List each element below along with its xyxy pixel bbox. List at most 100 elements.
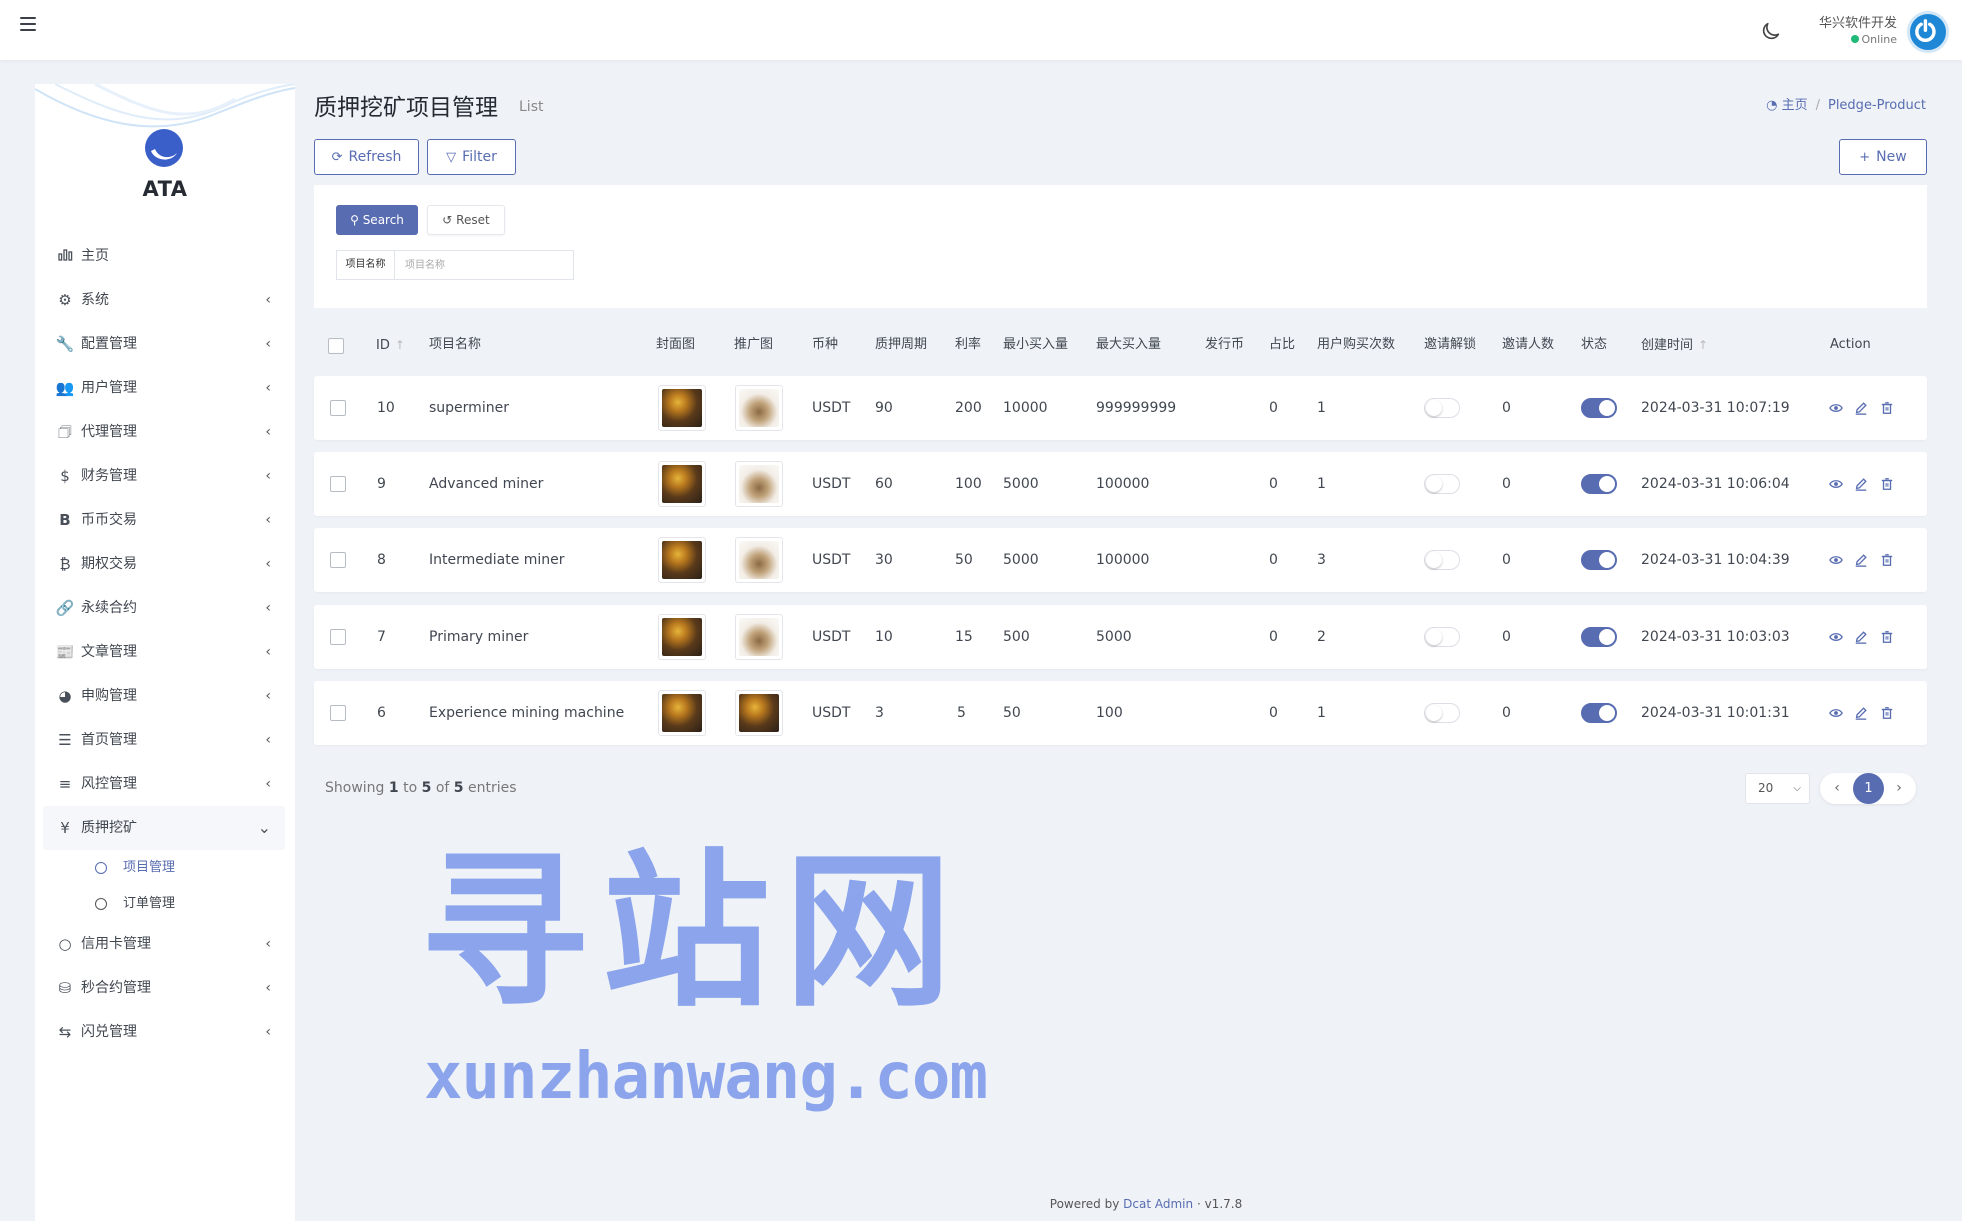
row-checkbox[interactable] — [330, 629, 346, 645]
row-checkbox[interactable] — [330, 705, 346, 721]
cell-rate: 15 — [955, 629, 973, 645]
view-icon[interactable] — [1829, 706, 1843, 720]
cell-coin: USDT — [812, 476, 851, 492]
project-name-input[interactable] — [394, 250, 574, 280]
column-header-0[interactable]: ID ↑ — [376, 322, 405, 372]
page-footer: Powered by Dcat Admin · v1.7.8 — [1049, 1197, 1243, 1211]
sidebar-item-13[interactable]: ¥ 质押挖矿 ⌄ — [43, 806, 285, 850]
sidebar-item-4[interactable]: 🗇 代理管理 ‹ — [35, 410, 295, 454]
cover-image[interactable] — [658, 461, 706, 507]
user-name[interactable]: 华兴软件开发 — [1819, 12, 1897, 31]
search-button[interactable]: ⚲ Search — [336, 205, 418, 235]
view-icon[interactable] — [1829, 401, 1843, 415]
edit-icon[interactable] — [1854, 553, 1868, 567]
sidebar-item-2[interactable]: 🔧 配置管理 ‹ — [35, 322, 295, 366]
sidebar-item-label: 文章管理 — [81, 644, 137, 660]
column-header-label: 发行币 — [1205, 337, 1245, 352]
row-checkbox[interactable] — [330, 400, 346, 416]
wrench-icon: 🔧 — [55, 335, 75, 353]
edit-icon[interactable] — [1854, 477, 1868, 491]
invite-unlock-toggle[interactable] — [1424, 627, 1460, 647]
promo-image[interactable] — [735, 614, 783, 660]
status-toggle[interactable] — [1581, 703, 1617, 723]
search-label: Search — [362, 213, 404, 227]
dcat-admin-link[interactable]: Dcat Admin — [1123, 1197, 1193, 1211]
table-header: ID ↑ 项目名称 封面图 推广图 币种 质押周期 利率 最小买入量 最大买入量 发行币 占比 用户购买… — [314, 322, 1927, 372]
filter-button[interactable]: ▽ Filter — [427, 139, 516, 175]
promo-image[interactable] — [735, 537, 783, 583]
sidebar-item-15[interactable]: ⛁ 秒合约管理 ‹ — [35, 966, 295, 1010]
invite-unlock-toggle[interactable] — [1424, 398, 1460, 418]
cell-name: superminer — [429, 400, 509, 416]
trash-icon[interactable] — [1880, 401, 1894, 415]
sidebar-item-9[interactable]: 📰 文章管理 ‹ — [35, 630, 295, 674]
promo-image[interactable] — [735, 690, 783, 736]
logo-text: ATA — [142, 177, 188, 201]
trash-icon[interactable] — [1880, 477, 1894, 491]
column-header-label: 状态 — [1581, 337, 1608, 352]
sidebar-item-16[interactable]: ⇆ 闪兑管理 ‹ — [35, 1010, 295, 1054]
sidebar-item-6[interactable]: B 币币交易 ‹ — [35, 498, 295, 542]
invite-unlock-toggle[interactable] — [1424, 703, 1460, 723]
breadcrumb-home[interactable]: 主页 — [1782, 98, 1808, 113]
prev-page-icon[interactable]: ‹ — [1828, 773, 1846, 804]
status-toggle[interactable] — [1581, 627, 1617, 647]
view-icon[interactable] — [1829, 553, 1843, 567]
cell-invites: 0 — [1502, 400, 1511, 416]
status-toggle[interactable] — [1581, 550, 1617, 570]
sort-up-icon[interactable]: ↑ — [1698, 338, 1708, 352]
trash-icon[interactable] — [1880, 553, 1894, 567]
column-header-label: 创建时间 — [1641, 338, 1694, 353]
sort-up-icon[interactable]: ↑ — [395, 338, 405, 352]
trash-icon[interactable] — [1880, 706, 1894, 720]
cover-image[interactable] — [658, 614, 706, 660]
cell-buys: 2 — [1317, 629, 1326, 645]
indent-icon: ≡ — [58, 775, 72, 793]
status-toggle[interactable] — [1581, 474, 1617, 494]
sidebar-item-3[interactable]: 👥 用户管理 ‹ — [35, 366, 295, 410]
next-page-icon[interactable]: › — [1890, 773, 1908, 804]
dark-mode-icon[interactable] — [1760, 20, 1782, 42]
sidebar-item-14[interactable]: ○ 信用卡管理 ‹ — [35, 922, 295, 966]
sidebar-item-7[interactable]: ₿ 期权交易 ‹ — [35, 542, 295, 586]
avatar[interactable] — [1907, 11, 1949, 53]
invite-unlock-toggle[interactable] — [1424, 550, 1460, 570]
column-header-label: Action — [1830, 337, 1871, 352]
edit-icon[interactable] — [1854, 401, 1868, 415]
per-page-select[interactable]: 20 ⌵ — [1745, 773, 1810, 804]
submenu-item-1[interactable]: 订单管理 — [35, 886, 295, 922]
promo-image[interactable] — [735, 385, 783, 431]
select-all-checkbox[interactable] — [328, 338, 344, 354]
column-header-15[interactable]: 创建时间 ↑ — [1641, 322, 1708, 372]
chevron-down-icon: ⌵ — [1793, 783, 1801, 794]
sidebar-item-8[interactable]: 🔗 永续合约 ‹ — [35, 586, 295, 630]
row-checkbox[interactable] — [330, 476, 346, 492]
menu-toggle-icon[interactable] — [20, 17, 36, 31]
chevron-left-icon: ‹ — [265, 688, 271, 704]
cover-image[interactable] — [658, 690, 706, 736]
row-checkbox[interactable] — [330, 552, 346, 568]
view-icon[interactable] — [1829, 630, 1843, 644]
new-button[interactable]: + New — [1839, 139, 1927, 175]
view-icon[interactable] — [1829, 477, 1843, 491]
edit-icon[interactable] — [1854, 630, 1868, 644]
invite-unlock-toggle[interactable] — [1424, 474, 1460, 494]
sidebar-item-10[interactable]: ◕ 申购管理 ‹ — [35, 674, 295, 718]
trash-icon[interactable] — [1880, 630, 1894, 644]
status-toggle[interactable] — [1581, 398, 1617, 418]
cell-name: Experience mining machine — [429, 705, 625, 721]
refresh-button[interactable]: ⟳ Refresh — [314, 139, 419, 175]
reset-button[interactable]: ↺ Reset — [427, 205, 505, 235]
sidebar-item-1[interactable]: ⚙ 系统 ‹ — [35, 278, 295, 322]
page-button-1[interactable]: 1 — [1853, 773, 1884, 804]
sidebar-item-11[interactable]: ☰ 首页管理 ‹ — [35, 718, 295, 762]
cover-image[interactable] — [658, 537, 706, 583]
cover-image[interactable] — [658, 385, 706, 431]
promo-image[interactable] — [735, 461, 783, 507]
edit-icon[interactable] — [1854, 706, 1868, 720]
submenu-item-0[interactable]: 项目管理 — [35, 850, 295, 886]
sidebar-item-0[interactable]: 主页 — [35, 234, 295, 278]
sidebar-item-5[interactable]: $ 财务管理 ‹ — [35, 454, 295, 498]
sidebar-item-12[interactable]: ≡ 风控管理 ‹ — [35, 762, 295, 806]
chevron-left-icon: ‹ — [265, 600, 271, 616]
